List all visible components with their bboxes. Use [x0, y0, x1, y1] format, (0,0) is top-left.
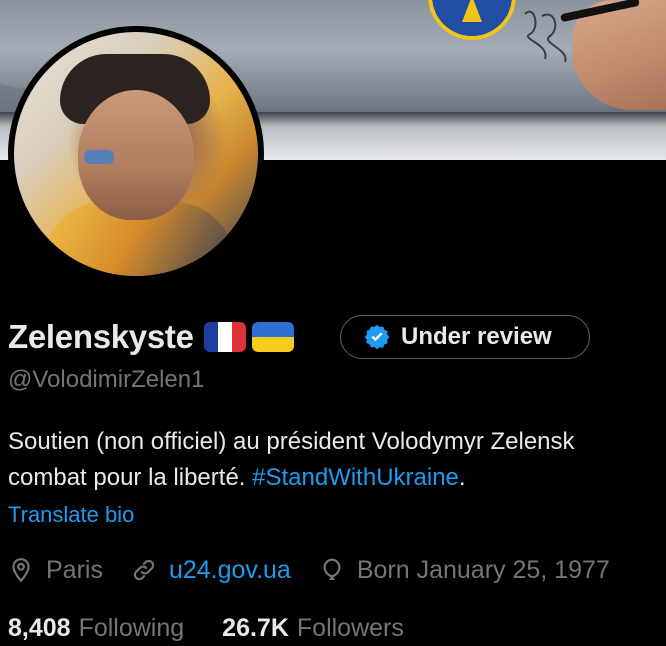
- flag-ukraine-icon: [251, 322, 294, 352]
- bio-hashtag-link[interactable]: #StandWithUkraine: [252, 464, 459, 491]
- following-label: Following: [78, 613, 185, 642]
- verified-check-icon: [364, 324, 390, 350]
- following-count: 8,408: [8, 613, 71, 642]
- bio-line-2: combat pour la liberté. #StandWithUkrain…: [8, 460, 666, 496]
- location-pin-icon: [12, 558, 30, 583]
- location-text: Paris: [46, 555, 103, 584]
- avatar-image: [14, 32, 258, 276]
- display-name: Zelenskyste: [8, 318, 194, 355]
- under-review-badge[interactable]: Under review: [340, 315, 590, 359]
- follow-stats: 8,408 Following 26.7K Followers: [8, 610, 404, 646]
- profile-avatar[interactable]: [8, 26, 264, 282]
- profile-bio: Soutien (non officiel) au président Volo…: [8, 424, 666, 496]
- followers-count: 26.7K: [222, 613, 289, 642]
- name-row: Zelenskyste: [8, 314, 294, 360]
- user-handle: @VolodimirZelen1: [8, 366, 205, 393]
- bio-text: combat pour la liberté.: [8, 464, 253, 491]
- link-icon: [133, 559, 155, 581]
- flag-france-icon: [203, 322, 246, 352]
- translate-bio-link[interactable]: Translate bio: [8, 502, 134, 528]
- location-item: Paris: [8, 556, 103, 585]
- followers-stat[interactable]: 26.7K Followers: [222, 614, 404, 643]
- website-item: u24.gov.ua: [131, 556, 291, 585]
- profile-meta: Paris u24.gov.ua Born January 25, 1977: [8, 552, 610, 588]
- followers-label: Followers: [296, 613, 404, 642]
- balloon-icon: [323, 558, 341, 580]
- birthday-text: Born January 25, 1977: [356, 555, 610, 584]
- bio-punctuation: .: [458, 464, 466, 491]
- following-stat[interactable]: 8,408 Following: [8, 614, 184, 643]
- birthday-item: Born January 25, 1977: [319, 556, 610, 585]
- badge-label: Under review: [401, 323, 552, 350]
- bio-line-1: Soutien (non officiel) au président Volo…: [8, 428, 575, 455]
- website-link[interactable]: u24.gov.ua: [169, 556, 291, 585]
